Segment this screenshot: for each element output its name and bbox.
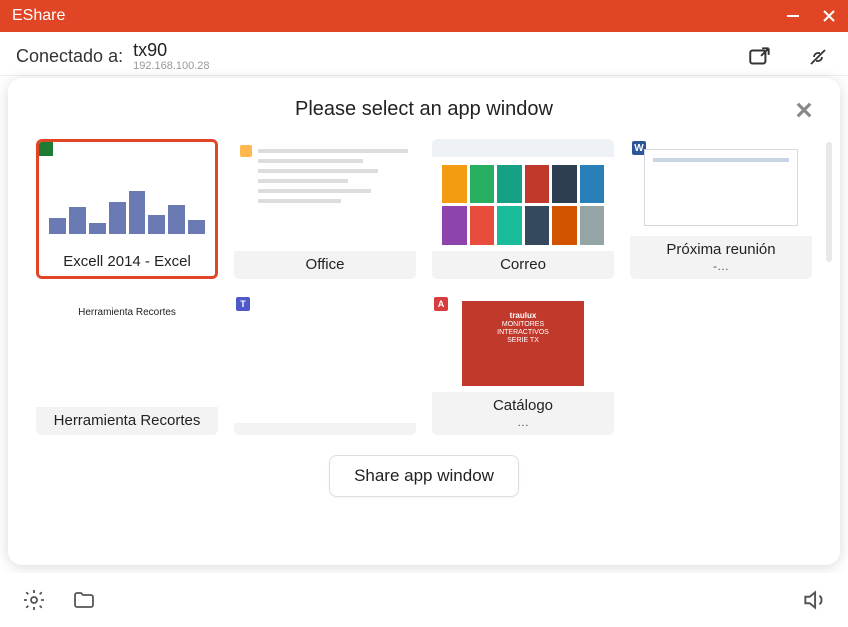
tile-catalogo-thumb: A traulux MONITORES INTERACTIVOS SERIE T… xyxy=(432,295,614,392)
app-title: EShare xyxy=(12,7,65,25)
overlay-title: Please select an app window xyxy=(295,98,553,121)
tile-reunion-label: Próxima reunión -… xyxy=(630,236,812,279)
close-button[interactable] xyxy=(818,5,840,27)
tile-excel[interactable]: Excell 2014 - Excel xyxy=(36,139,218,279)
connection-label: Conectado a: xyxy=(16,46,123,67)
overlay-header: Please select an app window xyxy=(36,98,812,121)
window-tiles-grid: Excell 2014 - Excel Office Correo W xyxy=(36,139,812,435)
tile-reunion[interactable]: W Próxima reunión -… xyxy=(630,139,812,279)
tile-blank[interactable]: T xyxy=(234,295,416,435)
overlay-scrollbar[interactable] xyxy=(826,142,832,262)
tile-correo[interactable]: Correo xyxy=(432,139,614,279)
disconnect-icon[interactable] xyxy=(804,43,832,71)
pdf-icon: A xyxy=(434,297,448,311)
title-bar: EShare xyxy=(0,0,848,32)
tile-snip-thumb: Herramienta Recortes xyxy=(36,295,218,407)
share-icon[interactable] xyxy=(746,43,774,71)
connection-info: tx90 192.168.100.28 xyxy=(133,41,209,72)
connection-device: tx90 xyxy=(133,41,209,60)
tile-excel-label: Excell 2014 - Excel xyxy=(39,248,215,277)
window-controls xyxy=(782,5,840,27)
tile-snip[interactable]: Herramienta Recortes Herramienta Recorte… xyxy=(36,295,218,435)
tile-excel-thumb xyxy=(39,142,215,248)
minimize-button[interactable] xyxy=(782,5,804,27)
tile-office-label: Office xyxy=(234,251,416,280)
share-app-window-button[interactable]: Share app window xyxy=(329,455,519,497)
bottom-bar xyxy=(0,573,848,627)
volume-icon[interactable] xyxy=(800,586,828,614)
tile-reunion-thumb: W xyxy=(630,139,812,236)
tile-correo-thumb xyxy=(432,139,614,251)
connection-ip: 192.168.100.28 xyxy=(133,61,209,73)
teams-icon: T xyxy=(236,297,250,311)
tile-correo-label: Correo xyxy=(432,251,614,280)
tile-office[interactable]: Office xyxy=(234,139,416,279)
tile-blank-thumb: T xyxy=(234,295,416,423)
connection-bar: Conectado a: tx90 192.168.100.28 xyxy=(0,32,848,76)
tile-catalogo-label: Catálogo … xyxy=(432,392,614,435)
tile-catalogo[interactable]: A traulux MONITORES INTERACTIVOS SERIE T… xyxy=(432,295,614,435)
tile-office-thumb xyxy=(234,139,416,251)
settings-icon[interactable] xyxy=(20,586,48,614)
tile-blank-label xyxy=(234,423,416,435)
tile-snip-label: Herramienta Recortes xyxy=(36,407,218,436)
overlay-close-button[interactable] xyxy=(790,96,818,124)
folder-icon[interactable] xyxy=(70,586,98,614)
select-window-overlay: Please select an app window Excell 2014 … xyxy=(8,78,840,565)
